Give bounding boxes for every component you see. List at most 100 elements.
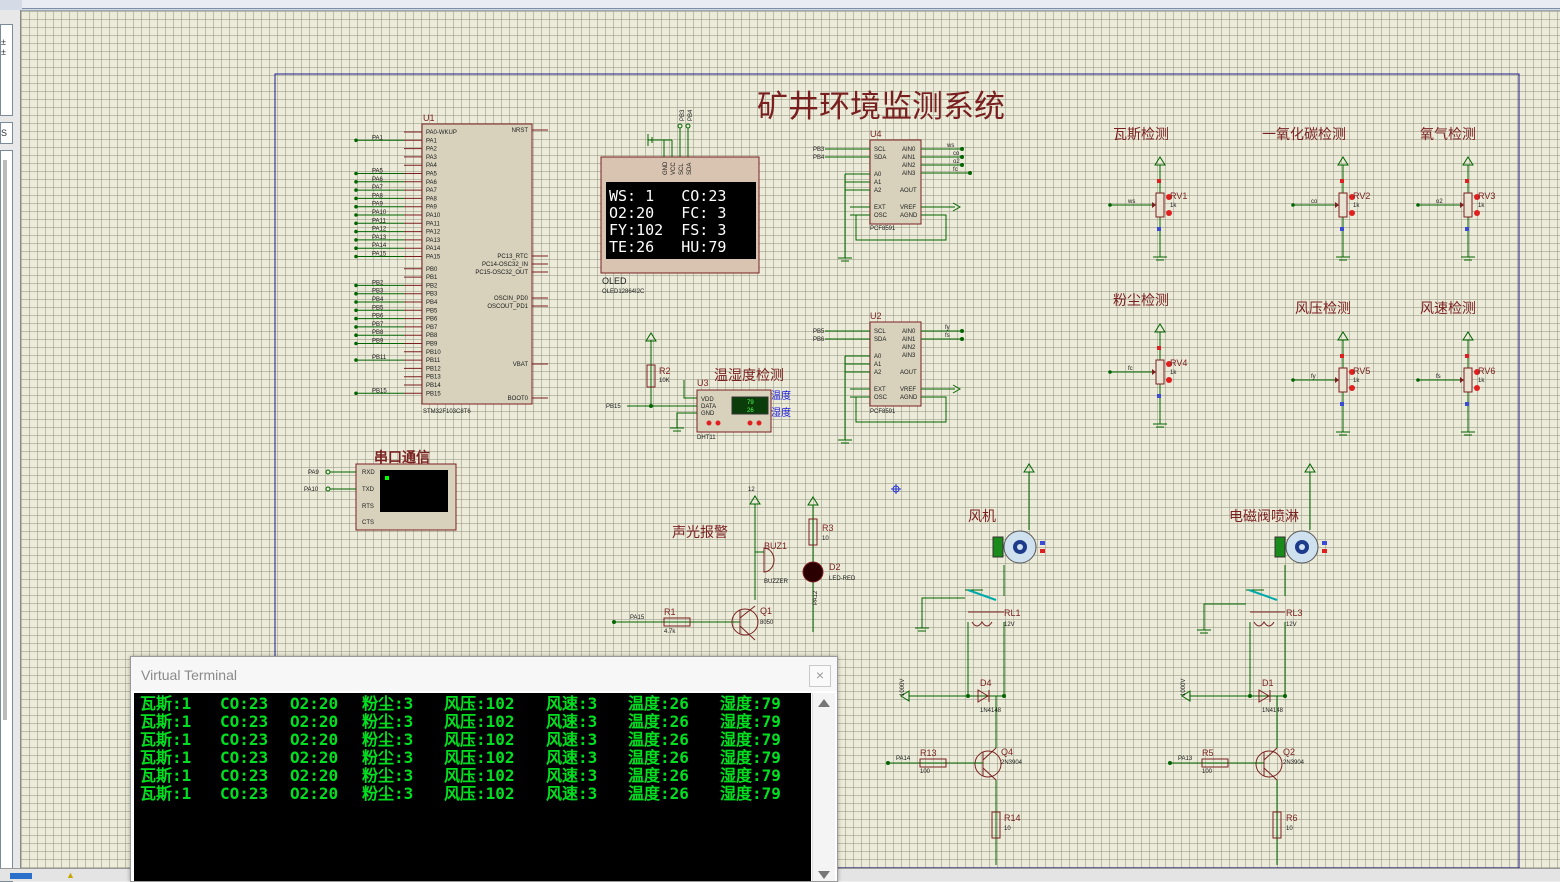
mcu-pin-label: PA14: [426, 246, 441, 252]
valve-relay-circuit[interactable]: 电磁阀喷淋 RL3 12V 1000V D1 1N4148 Q2 2N3904: [1168, 463, 1327, 865]
potentiometer-rv3[interactable]: o2 RV3 1k: [1416, 156, 1495, 261]
svg-text:12V: 12V: [1004, 622, 1015, 628]
svg-text:EXT: EXT: [874, 205, 886, 211]
terminal-field: 湿度:79: [720, 712, 781, 731]
terminal-field: 风速:3: [546, 748, 598, 767]
svg-text:PB3: PB3: [813, 147, 825, 153]
svg-text:fc: fc: [1128, 366, 1133, 372]
oled-line-2: O2:20 FC: 3: [609, 204, 726, 222]
terminal-field: 瓦斯:1: [140, 784, 192, 803]
terminal-field: 温度:26: [628, 784, 689, 803]
svg-text:AOUT: AOUT: [900, 370, 917, 376]
close-button[interactable]: ×: [809, 665, 831, 687]
svg-text:PA9: PA9: [308, 470, 320, 476]
virtual-terminal-titlebar[interactable]: Virtual Terminal ×: [131, 657, 837, 691]
adc-u2[interactable]: U2 PCF8591 SCL SDA A0 A1 A2 EXT OSC AIN0…: [813, 311, 964, 444]
svg-text:U4: U4: [870, 129, 882, 139]
dht11-sensor[interactable]: 温湿度检测 U3 79 26 VDD DATA GND DHT11 温度 湿度 …: [606, 332, 791, 441]
mcu-pin-label: PC13_RTC: [497, 254, 528, 260]
mcu-net-label: PA12: [372, 227, 387, 233]
uart-terminal-component[interactable]: 串口通信 RXD TXD RTS CTS PA9 PA10: [304, 449, 457, 531]
svg-text:OLED: OLED: [602, 276, 627, 286]
svg-text:1000V: 1000V: [900, 679, 906, 696]
svg-text:PA13: PA13: [1178, 756, 1193, 762]
mcu-net-label: PB2: [372, 280, 384, 286]
mcu-net-dot: [354, 341, 358, 346]
mcu-u1[interactable]: U1 STM32F103C8T6 PA0-WKUP PA1 PA1 PA2 PA3 PA4…: [354, 113, 548, 415]
terminal-field: 粉尘:3: [362, 748, 414, 767]
terminal-scrollbar[interactable]: [812, 693, 835, 881]
label-wind-pressure: 风压检测: [1295, 300, 1351, 316]
label-co: 一氧化碳检测: [1262, 126, 1346, 142]
mcu-net-dot: [354, 333, 358, 338]
svg-text:2N3904: 2N3904: [1001, 760, 1023, 766]
oled-line-4: TE:26 HU:79: [609, 238, 726, 256]
potentiometer-rv2[interactable]: co RV2 1k: [1291, 156, 1370, 261]
svg-text:湿度: 湿度: [771, 406, 791, 419]
mcu-pin-label: PA3: [426, 155, 438, 161]
terminal-field: 风速:3: [546, 784, 598, 803]
svg-text:TXD: TXD: [362, 487, 375, 493]
mcu-pin-label: VBAT: [513, 362, 529, 368]
mcu-pin-label: PB13: [426, 375, 441, 381]
mode-selector[interactable]: S: [0, 122, 13, 144]
mcu-pin-label: PB7: [426, 325, 438, 331]
mcu-net-dot: [354, 300, 358, 304]
terminal-field: 风压:102: [444, 730, 515, 749]
mini-preview[interactable]: ± ±: [0, 24, 13, 116]
mcu-pin-label: PB2: [426, 283, 438, 289]
mcu-net-label: PB15: [372, 388, 387, 394]
terminal-field: 风速:3: [546, 694, 598, 713]
mcu-net-label: PB3: [372, 289, 384, 295]
terminal-output: 瓦斯:1 CO:23 O2:20 粉尘:3 风压:102 风速:3 温度:26 湿度:79 瓦斯…: [140, 695, 810, 803]
mcu-net-dot: [354, 391, 358, 396]
terminal-line: 瓦斯:1 CO:23 O2:20 粉尘:3 风压:102 风速:3 温度:26 湿度:79: [140, 731, 810, 749]
terminal-field: CO:23: [220, 730, 269, 749]
terminal-line: 瓦斯:1 CO:23 O2:20 粉尘:3 风压:102 风速:3 温度:26 湿度:79: [140, 749, 810, 767]
potentiometer-rv6[interactable]: fs RV6 1k: [1416, 331, 1495, 436]
terminal-field: O2:20: [290, 766, 339, 785]
mcu-pin-label: PC15-OSC32_OUT: [475, 270, 528, 276]
warning-icon[interactable]: ▲: [66, 870, 75, 880]
virtual-terminal-window[interactable]: Virtual Terminal × 瓦斯:1 CO:23 O2:20 粉尘:3 风压:…: [130, 656, 838, 882]
mcu-net-label: PB8: [372, 330, 384, 336]
oled-display[interactable]: WS: 1 CO:23 O2:20 FC: 3 FY:102 FS: 3 TE:…: [600, 109, 760, 295]
device-list-scrollbar[interactable]: [3, 160, 7, 720]
potentiometer-rv5[interactable]: fy RV5 1k: [1291, 331, 1370, 436]
label-o2: 氧气检测: [1420, 126, 1476, 142]
mcu-pin-label: PA12: [426, 230, 441, 236]
svg-text:1k: 1k: [1170, 370, 1177, 376]
mcu-net-label: PA8: [372, 193, 384, 199]
terminal-field: 湿度:79: [720, 784, 781, 803]
mcu-pin-label: PB10: [426, 350, 441, 356]
mcu-pin-label: BOOT0: [508, 396, 529, 402]
svg-text:BUZZER: BUZZER: [764, 579, 789, 585]
mcu-net-dot: [354, 291, 358, 296]
mcu-pin-label: PA2: [426, 147, 438, 153]
svg-text:Q2: Q2: [1283, 747, 1295, 757]
potentiometer-rv1[interactable]: ws RV1 1k: [1108, 156, 1187, 261]
scroll-down-icon[interactable]: [818, 871, 830, 879]
fan-relay-circuit[interactable]: 风机 RL1 12V 1000V D4 1N4148 Q4 2N3904 PA1…: [886, 463, 1045, 865]
svg-text:PCF8591: PCF8591: [870, 409, 896, 415]
svg-text:RV1: RV1: [1170, 191, 1187, 201]
potentiometer-rv4[interactable]: fc RV4 1k: [1108, 323, 1187, 428]
svg-text:RV4: RV4: [1170, 358, 1187, 368]
label-dht: 温湿度检测: [714, 367, 784, 383]
alarm-circuit[interactable]: 声光报警 12 BUZ1 BUZZER R3 10 D2 LED-RED PA1…: [612, 487, 856, 641]
svg-text:co: co: [953, 151, 960, 157]
adc-u4[interactable]: U4 PCF8591 SCL SDA A0 A1 A2 EXT OSC AIN0…: [813, 129, 972, 262]
terminal-field: 瓦斯:1: [140, 694, 192, 713]
svg-text:79: 79: [747, 400, 754, 406]
scroll-up-icon[interactable]: [818, 699, 830, 707]
svg-text:RTS: RTS: [362, 504, 374, 510]
svg-text:A1: A1: [874, 362, 882, 368]
terminal-field: 粉尘:3: [362, 712, 414, 731]
terminal-screen[interactable]: 瓦斯:1 CO:23 O2:20 粉尘:3 风压:102 风速:3 温度:26 湿度:79 瓦斯…: [134, 693, 811, 881]
mcu-net-label: PB6: [372, 314, 384, 320]
label-uart: 串口通信: [374, 449, 430, 465]
mcu-net-label: PA7: [372, 185, 384, 191]
svg-text:fs: fs: [1436, 374, 1441, 380]
virtual-terminal-title: Virtual Terminal: [141, 667, 237, 683]
mcu-net-dot: [354, 188, 358, 192]
